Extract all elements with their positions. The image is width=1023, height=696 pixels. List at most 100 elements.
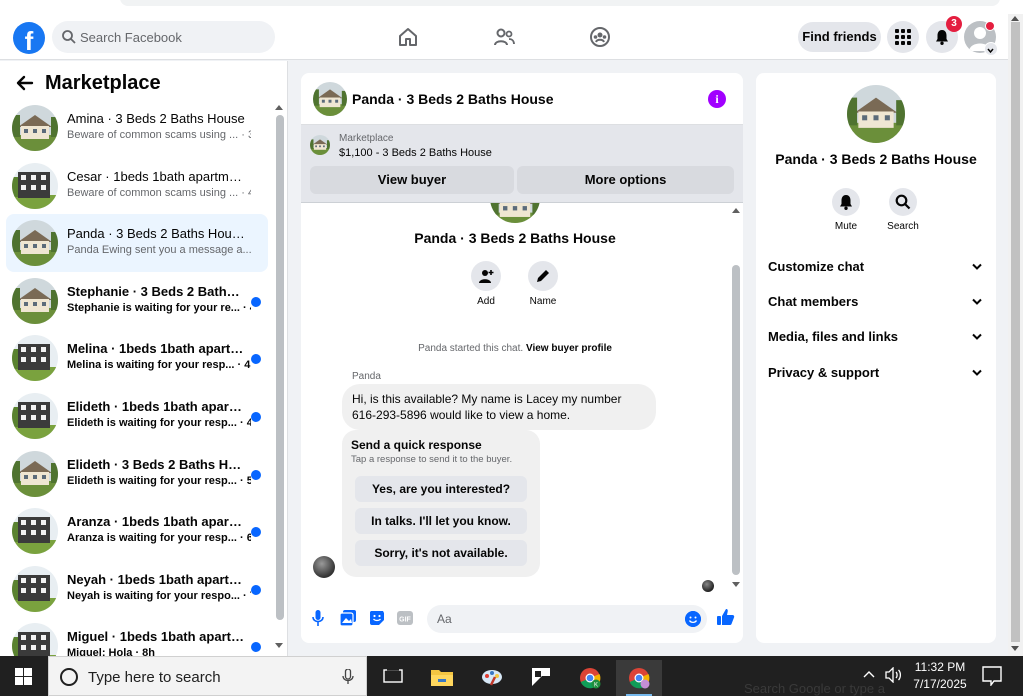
scroll-down-arrow-icon[interactable] <box>732 582 740 587</box>
sidebar-scroll-thumb[interactable] <box>276 115 284 620</box>
chrome-icon: K <box>580 668 601 689</box>
mute-action[interactable]: Mute <box>821 188 871 232</box>
apartment-thumbnail <box>12 392 58 439</box>
message-composer: GIF <box>301 593 743 643</box>
quick-reply-button[interactable]: In talks. I'll let you know. <box>355 508 527 534</box>
speaker-icon[interactable] <box>885 667 903 683</box>
notification-center-icon[interactable] <box>982 666 1002 686</box>
profile-alert-dot <box>985 21 995 31</box>
view-buyer-button[interactable]: View buyer <box>310 166 514 194</box>
name-action[interactable]: Name <box>518 261 568 307</box>
file-explorer-button[interactable] <box>419 660 465 696</box>
chat-header: Panda · 3 Beds 2 Baths House i <box>301 73 743 125</box>
conversation-item[interactable]: Miguel · 1beds 1bath apartme... Miguel: H… <box>6 617 268 656</box>
chat-scrollbar[interactable] <box>731 206 741 590</box>
conversation-item[interactable]: Neyah · 1beds 1bath apartme... Neyah is w… <box>6 560 268 618</box>
conversation-snippet: Elideth is waiting for your resp... · 5h <box>67 474 251 487</box>
scroll-up-arrow-icon[interactable] <box>275 105 283 110</box>
facebook-logo[interactable]: f <box>13 22 45 54</box>
sender-name: Panda <box>352 371 381 382</box>
scroll-down-arrow-icon[interactable] <box>1011 646 1019 651</box>
conversation-item[interactable]: Cesar · 1beds 1bath apartment f... Beware… <box>6 157 268 215</box>
house-thumbnail <box>12 450 58 497</box>
message-input[interactable] <box>437 605 677 633</box>
listing-thumbnail <box>310 135 330 155</box>
details-listing-thumbnail[interactable] <box>847 85 905 143</box>
browser-top-strip <box>0 0 1023 14</box>
message-field[interactable] <box>427 605 707 633</box>
microphone-icon[interactable] <box>312 610 324 626</box>
groups-icon[interactable] <box>588 25 612 49</box>
quick-reply-button[interactable]: Yes, are you interested? <box>355 476 527 502</box>
view-buyer-profile-link[interactable]: View buyer profile <box>526 343 612 354</box>
conversation-title: Elideth · 1beds 1bath apartme... <box>67 398 245 414</box>
chevron-down-icon <box>972 298 982 305</box>
chat-scroll-thumb[interactable] <box>732 265 740 575</box>
like-thumbs-up-icon[interactable] <box>717 608 735 626</box>
apartment-thumbnail <box>12 623 58 656</box>
chrome-profile-k-button[interactable]: K <box>567 660 613 696</box>
conversation-item[interactable]: Panda · 3 Beds 2 Baths House Panda Ewing … <box>6 214 268 272</box>
microphone-icon[interactable] <box>342 669 354 685</box>
search-input[interactable] <box>80 21 270 53</box>
chat-members-section[interactable]: Chat members <box>768 287 986 317</box>
info-icon[interactable]: i <box>708 90 726 108</box>
more-options-button[interactable]: More options <box>517 166 734 194</box>
privacy-support-section[interactable]: Privacy & support <box>768 358 986 388</box>
chat-details-panel: Panda · 3 Beds 2 Baths House Mute Search… <box>756 73 996 643</box>
conversation-item[interactable]: Elideth · 3 Beds 2 Baths House Elideth is… <box>6 445 268 503</box>
search-box[interactable] <box>52 21 275 53</box>
media-files-links-section[interactable]: Media, files and links <box>768 322 986 352</box>
scroll-down-arrow-icon[interactable] <box>275 643 283 648</box>
windows-taskbar: Type here to search K Search Google or t… <box>0 656 1023 696</box>
sticker-icon[interactable] <box>369 610 385 626</box>
search-action[interactable]: Search <box>878 188 928 232</box>
customize-chat-section[interactable]: Customize chat <box>768 252 986 282</box>
chat-title[interactable]: Panda · 3 Beds 2 Baths House <box>352 91 554 107</box>
unread-dot <box>251 296 261 307</box>
conversation-item[interactable]: Stephanie · 3 Beds 2 Baths Ho... Stephani… <box>6 272 268 330</box>
conversation-item[interactable]: Amina · 3 Beds 2 Baths House Beware of co… <box>6 99 268 157</box>
account-chevron-icon[interactable] <box>984 42 998 56</box>
chrome-active-window-button[interactable] <box>616 660 662 696</box>
conversation-item[interactable]: Melina · 1beds 1bath apartme... Melina is… <box>6 329 268 387</box>
page-scrollbar[interactable] <box>1008 14 1023 656</box>
taskbar-clock[interactable]: 11:32 PM 7/17/2025 <box>906 659 974 693</box>
friends-icon[interactable] <box>492 25 516 49</box>
sidebar-header: Marketplace <box>16 71 161 95</box>
add-action[interactable]: Add <box>461 261 511 307</box>
pencil-icon <box>537 270 549 282</box>
sender-avatar[interactable] <box>313 556 335 578</box>
windows-start-icon[interactable] <box>15 668 32 685</box>
find-friends-button[interactable]: Find friends <box>798 22 881 52</box>
chat-listing-thumbnail[interactable] <box>313 82 347 116</box>
chevron-up-icon[interactable] <box>863 670 875 678</box>
quick-response-card: Send a quick response Tap a response to … <box>342 430 540 577</box>
conversation-title: Cesar · 1beds 1bath apartment f... <box>67 168 245 184</box>
conversation-item[interactable]: Aranza · 1beds 1bath apartme... Aranza is… <box>6 502 268 560</box>
scroll-up-arrow-icon[interactable] <box>1011 16 1019 21</box>
task-view-button[interactable] <box>369 660 415 696</box>
paint-app-button[interactable] <box>469 660 515 696</box>
message-bubble[interactable]: Hi, is this available? My name is Lacey … <box>342 384 656 430</box>
bell-icon <box>840 195 852 210</box>
read-receipt-avatar <box>702 580 714 592</box>
quick-reply-button[interactable]: Sorry, it's not available. <box>355 540 527 566</box>
page-scroll-thumb[interactable] <box>1011 22 1020 642</box>
home-icon[interactable] <box>396 25 420 49</box>
clock-date: 7/17/2025 <box>913 677 967 691</box>
gif-icon[interactable]: GIF <box>397 610 413 626</box>
sticky-app-button[interactable] <box>518 660 564 696</box>
chevron-down-icon <box>972 263 982 270</box>
photo-icon[interactable] <box>340 610 356 626</box>
menu-button[interactable] <box>887 21 919 53</box>
conversation-item[interactable]: Elideth · 1beds 1bath apartme... Elideth … <box>6 387 268 445</box>
chat-body-title: Panda · 3 Beds 2 Baths House <box>414 230 616 246</box>
scroll-up-arrow-icon[interactable] <box>732 208 740 213</box>
emoji-icon[interactable] <box>685 611 701 627</box>
taskbar-search[interactable]: Type here to search <box>48 656 367 696</box>
back-arrow-icon[interactable] <box>16 74 34 92</box>
svg-text:GIF: GIF <box>399 617 411 624</box>
sidebar-scrollbar[interactable] <box>274 105 284 649</box>
marketplace-sidebar: Marketplace Amina · 3 Beds 2 Baths House… <box>0 61 288 656</box>
